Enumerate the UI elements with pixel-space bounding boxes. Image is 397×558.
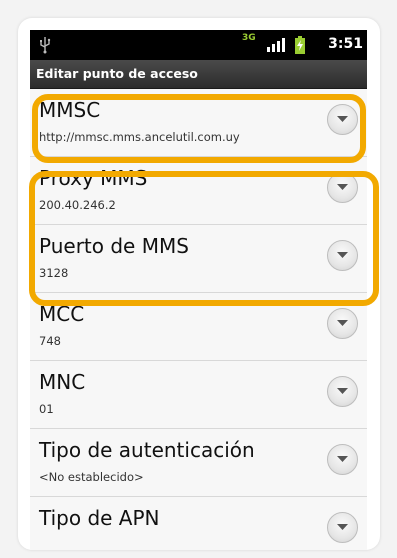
expand-button[interactable] [327, 240, 358, 271]
chevron-down-icon [337, 184, 348, 190]
chevron-down-icon [337, 388, 348, 394]
setting-title: MNC [39, 370, 86, 394]
expand-button[interactable] [327, 104, 358, 135]
setting-mcc[interactable]: MCC 748 [30, 293, 367, 361]
expand-button[interactable] [327, 444, 358, 475]
phone-screen: 3G 3:51 Editar punto de acceso MMSC http… [30, 30, 367, 550]
title-bar: Editar punto de acceso [30, 60, 367, 89]
setting-summary: 200.40.246.2 [39, 198, 116, 212]
setting-summary: <No establecido> [39, 470, 144, 484]
clock: 3:51 [328, 36, 363, 52]
setting-mmsc[interactable]: MMSC http://mmsc.mms.ancelutil.com.uy [30, 89, 367, 157]
setting-proxy-mms[interactable]: Proxy MMS 200.40.246.2 [30, 157, 367, 225]
setting-title: MMSC [39, 98, 101, 122]
chevron-down-icon [337, 456, 348, 462]
page-title: Editar punto de acceso [36, 66, 198, 81]
chevron-down-icon [337, 524, 348, 530]
usb-icon [40, 37, 51, 54]
network-type-label: 3G [242, 33, 256, 43]
chevron-down-icon [337, 116, 348, 122]
status-bar: 3G 3:51 [30, 30, 367, 60]
battery-charging-icon [295, 36, 305, 54]
chevron-down-icon [337, 252, 348, 258]
setting-title: Proxy MMS [39, 166, 148, 190]
setting-title: Tipo de autenticación [39, 438, 255, 462]
setting-title: Puerto de MMS [39, 234, 189, 258]
expand-button[interactable] [327, 376, 358, 407]
setting-summary: 01 [39, 402, 54, 416]
expand-button[interactable] [327, 172, 358, 203]
chevron-down-icon [337, 320, 348, 326]
setting-puerto-mms[interactable]: Puerto de MMS 3128 [30, 225, 367, 293]
expand-button[interactable] [327, 512, 358, 543]
expand-button[interactable] [327, 308, 358, 339]
setting-tipo-autenticacion[interactable]: Tipo de autenticación <No establecido> [30, 429, 367, 497]
setting-tipo-apn[interactable]: Tipo de APN [30, 497, 367, 550]
settings-list: MMSC http://mmsc.mms.ancelutil.com.uy Pr… [30, 89, 367, 550]
setting-title: MCC [39, 302, 85, 326]
setting-mnc[interactable]: MNC 01 [30, 361, 367, 429]
setting-summary: 3128 [39, 266, 69, 280]
setting-summary: http://mmsc.mms.ancelutil.com.uy [39, 130, 240, 144]
setting-summary: 748 [39, 334, 61, 348]
setting-title: Tipo de APN [39, 506, 160, 530]
signal-icon [267, 38, 285, 52]
